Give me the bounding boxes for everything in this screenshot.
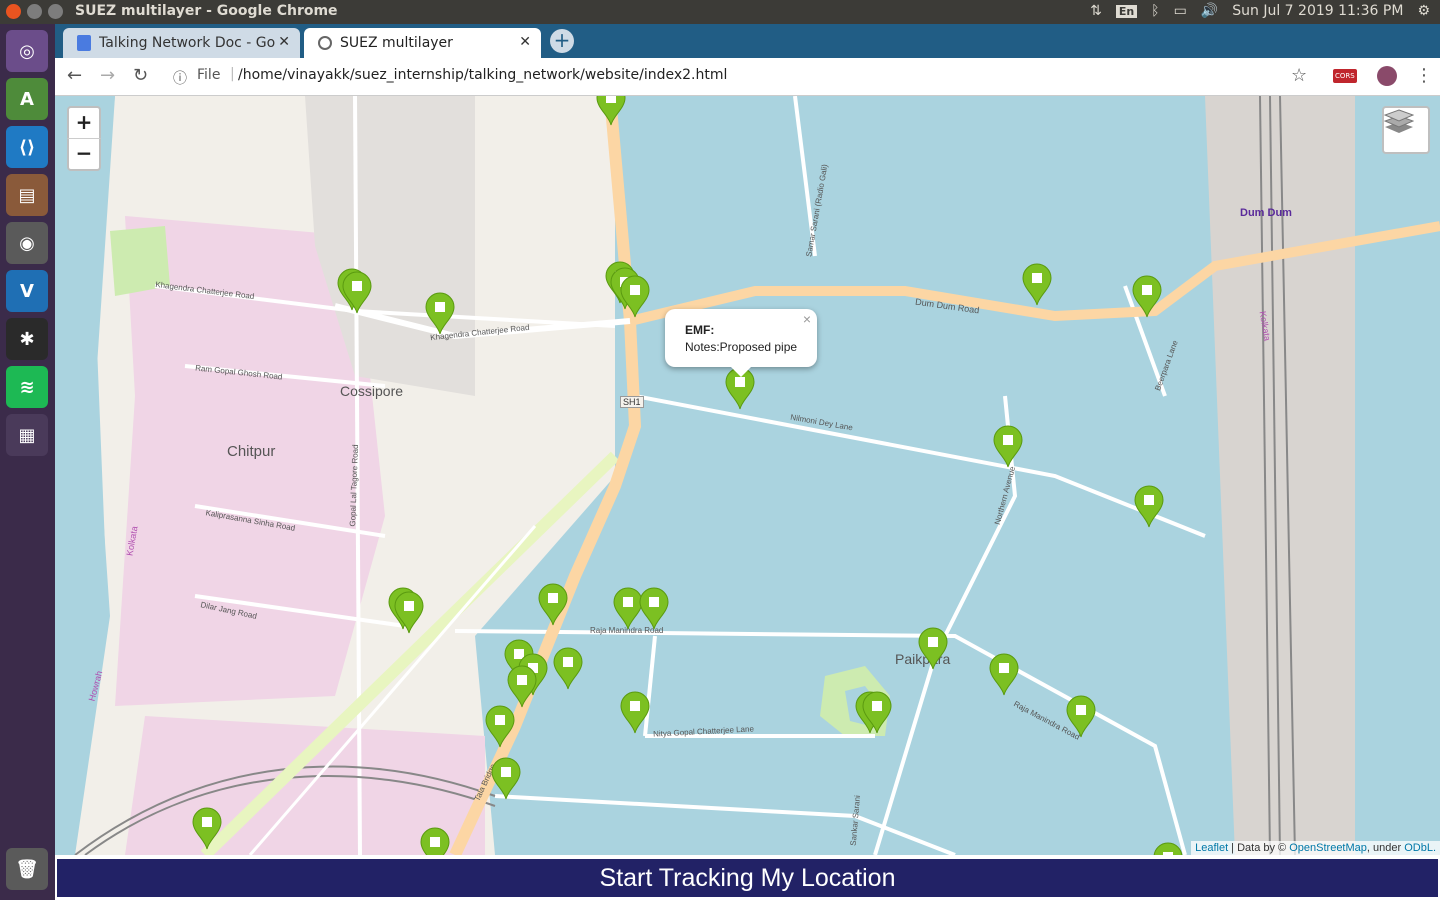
bookmark-star-icon[interactable]: ☆ [1291,65,1307,86]
minimize-window-button[interactable] [27,4,42,19]
window-title: SUEZ multilayer - Google Chrome [75,3,338,19]
network-icon[interactable]: ⇅ [1090,3,1102,19]
map-marker-icon[interactable] [917,626,949,670]
attribution-text: | Data by © [1228,842,1290,854]
tab-label: Talking Network Doc - Go [99,35,276,51]
map-marker-icon[interactable] [619,274,651,318]
map-tiles [55,96,1440,855]
spider-icon[interactable]: ✱ [6,318,48,360]
map-marker-icon[interactable] [595,96,627,126]
map-marker-icon[interactable] [424,291,456,335]
map-marker-icon[interactable] [484,704,516,748]
map-marker-icon[interactable] [341,270,373,314]
url-scheme-label: File [197,67,221,83]
os-top-bar: SUEZ multilayer - Google Chrome ⇅ En ᛒ ▭… [0,0,1440,24]
zoom-in-button[interactable]: + [67,106,101,140]
marker-popup: × EMF: Notes:Proposed pipe [665,309,817,377]
leaflet-map[interactable]: Cossipore Chitpur Paikpara Dum Dum Dum D… [55,96,1440,855]
trash-icon[interactable]: 🗑 [6,848,48,890]
address-bar[interactable]: /home/vinayakk/suez_internship/talking_n… [238,67,727,83]
map-label-sh1: SH1 [620,396,644,408]
map-marker-icon[interactable] [1065,694,1097,738]
map-marker-icon[interactable] [988,652,1020,696]
map-marker-icon[interactable] [490,756,522,800]
url-divider: | [230,66,235,82]
map-marker-icon[interactable] [506,664,538,708]
unity-launcher: ◎ A ⟨⟩ ▤ ◉ V ✱ ≋ ▦ 🗑 [0,24,55,900]
tab-label: SUEZ multilayer [340,35,453,51]
tab-talking-network-doc[interactable]: Talking Network Doc - Go ✕ [63,28,300,58]
info-icon[interactable]: ⓘ [173,68,187,88]
zoom-out-button[interactable]: − [67,138,101,171]
map-marker-icon[interactable] [638,586,670,630]
globe-icon [318,36,332,50]
docs-icon [77,35,91,51]
settings-gear-icon[interactable]: ⚙ [1417,3,1430,19]
close-tab-icon[interactable]: ✕ [278,34,290,50]
bluetooth-icon[interactable]: ᛒ [1151,3,1159,19]
map-marker-icon[interactable] [393,590,425,634]
popup-notes: Notes:Proposed pipe [685,340,798,354]
map-marker-icon[interactable] [191,806,223,850]
browser-toolbar: ← → ↻ ⓘ File | /home/vinayakk/suez_inter… [55,58,1440,96]
reload-icon[interactable]: ↻ [133,65,148,86]
map-marker-icon[interactable] [1131,274,1163,318]
map-marker-icon[interactable] [1133,484,1165,528]
map-label-chitpur: Chitpur [227,443,276,460]
map-marker-icon[interactable] [1152,841,1184,855]
close-tab-icon[interactable]: ✕ [519,34,531,50]
spotify-icon[interactable]: ≋ [6,366,48,408]
vscode-icon[interactable]: ⟨⟩ [6,126,48,168]
back-arrow-icon[interactable]: ← [67,65,82,86]
maximize-window-button[interactable] [48,4,63,19]
odbl-link[interactable]: ODbL. [1404,842,1436,854]
attribution-under: , under [1366,842,1405,854]
close-window-button[interactable] [6,4,21,19]
forward-arrow-icon[interactable]: → [100,65,115,86]
keyboard-layout-indicator[interactable]: En [1115,4,1138,18]
files-icon[interactable]: ▤ [6,174,48,216]
battery-icon[interactable]: ▭ [1174,3,1187,19]
map-attribution: Leaflet | Data by © OpenStreetMap, under… [1191,841,1440,855]
map-marker-icon[interactable] [1021,262,1053,306]
layers-icon [1384,109,1414,133]
popup-title: EMF: [685,323,715,337]
clock[interactable]: Sun Jul 7 2019 11:36 PM [1232,3,1403,19]
layers-control[interactable] [1382,106,1430,154]
system-tray: ⇅ En ᛒ ▭ 🔊 Sun Jul 7 2019 11:36 PM ⚙ [1090,3,1430,19]
profile-avatar[interactable] [1377,66,1397,86]
map-marker-icon[interactable] [419,826,451,855]
virtualbox-icon[interactable]: V [6,270,48,312]
new-tab-button[interactable]: + [550,29,574,53]
map-marker-icon[interactable] [537,582,569,626]
popup-close-icon[interactable]: × [803,311,811,327]
tab-suez-multilayer[interactable]: SUEZ multilayer ✕ [304,28,541,58]
map-marker-icon[interactable] [619,690,651,734]
start-tracking-button[interactable]: Start Tracking My Location [57,859,1438,897]
android-studio-icon[interactable]: A [6,78,48,120]
chrome-icon[interactable]: ◉ [6,222,48,264]
workspace-icon[interactable]: ▦ [6,414,48,456]
map-marker-icon[interactable] [992,424,1024,468]
leaflet-link[interactable]: Leaflet [1195,842,1228,854]
cors-extension-icon[interactable]: CORS [1333,69,1357,83]
map-label-cossipore: Cossipore [340,383,404,399]
menu-dots-icon[interactable]: ⋮ [1415,65,1433,86]
map-label-dum-dum: Dum Dum [1240,207,1292,219]
osm-link[interactable]: OpenStreetMap [1289,842,1367,854]
map-marker-icon[interactable] [552,646,584,690]
tab-strip: Talking Network Doc - Go ✕ SUEZ multilay… [55,24,1440,58]
volume-icon[interactable]: 🔊 [1201,3,1218,19]
map-marker-icon[interactable] [861,690,893,734]
ubuntu-dash-icon[interactable]: ◎ [6,30,48,72]
